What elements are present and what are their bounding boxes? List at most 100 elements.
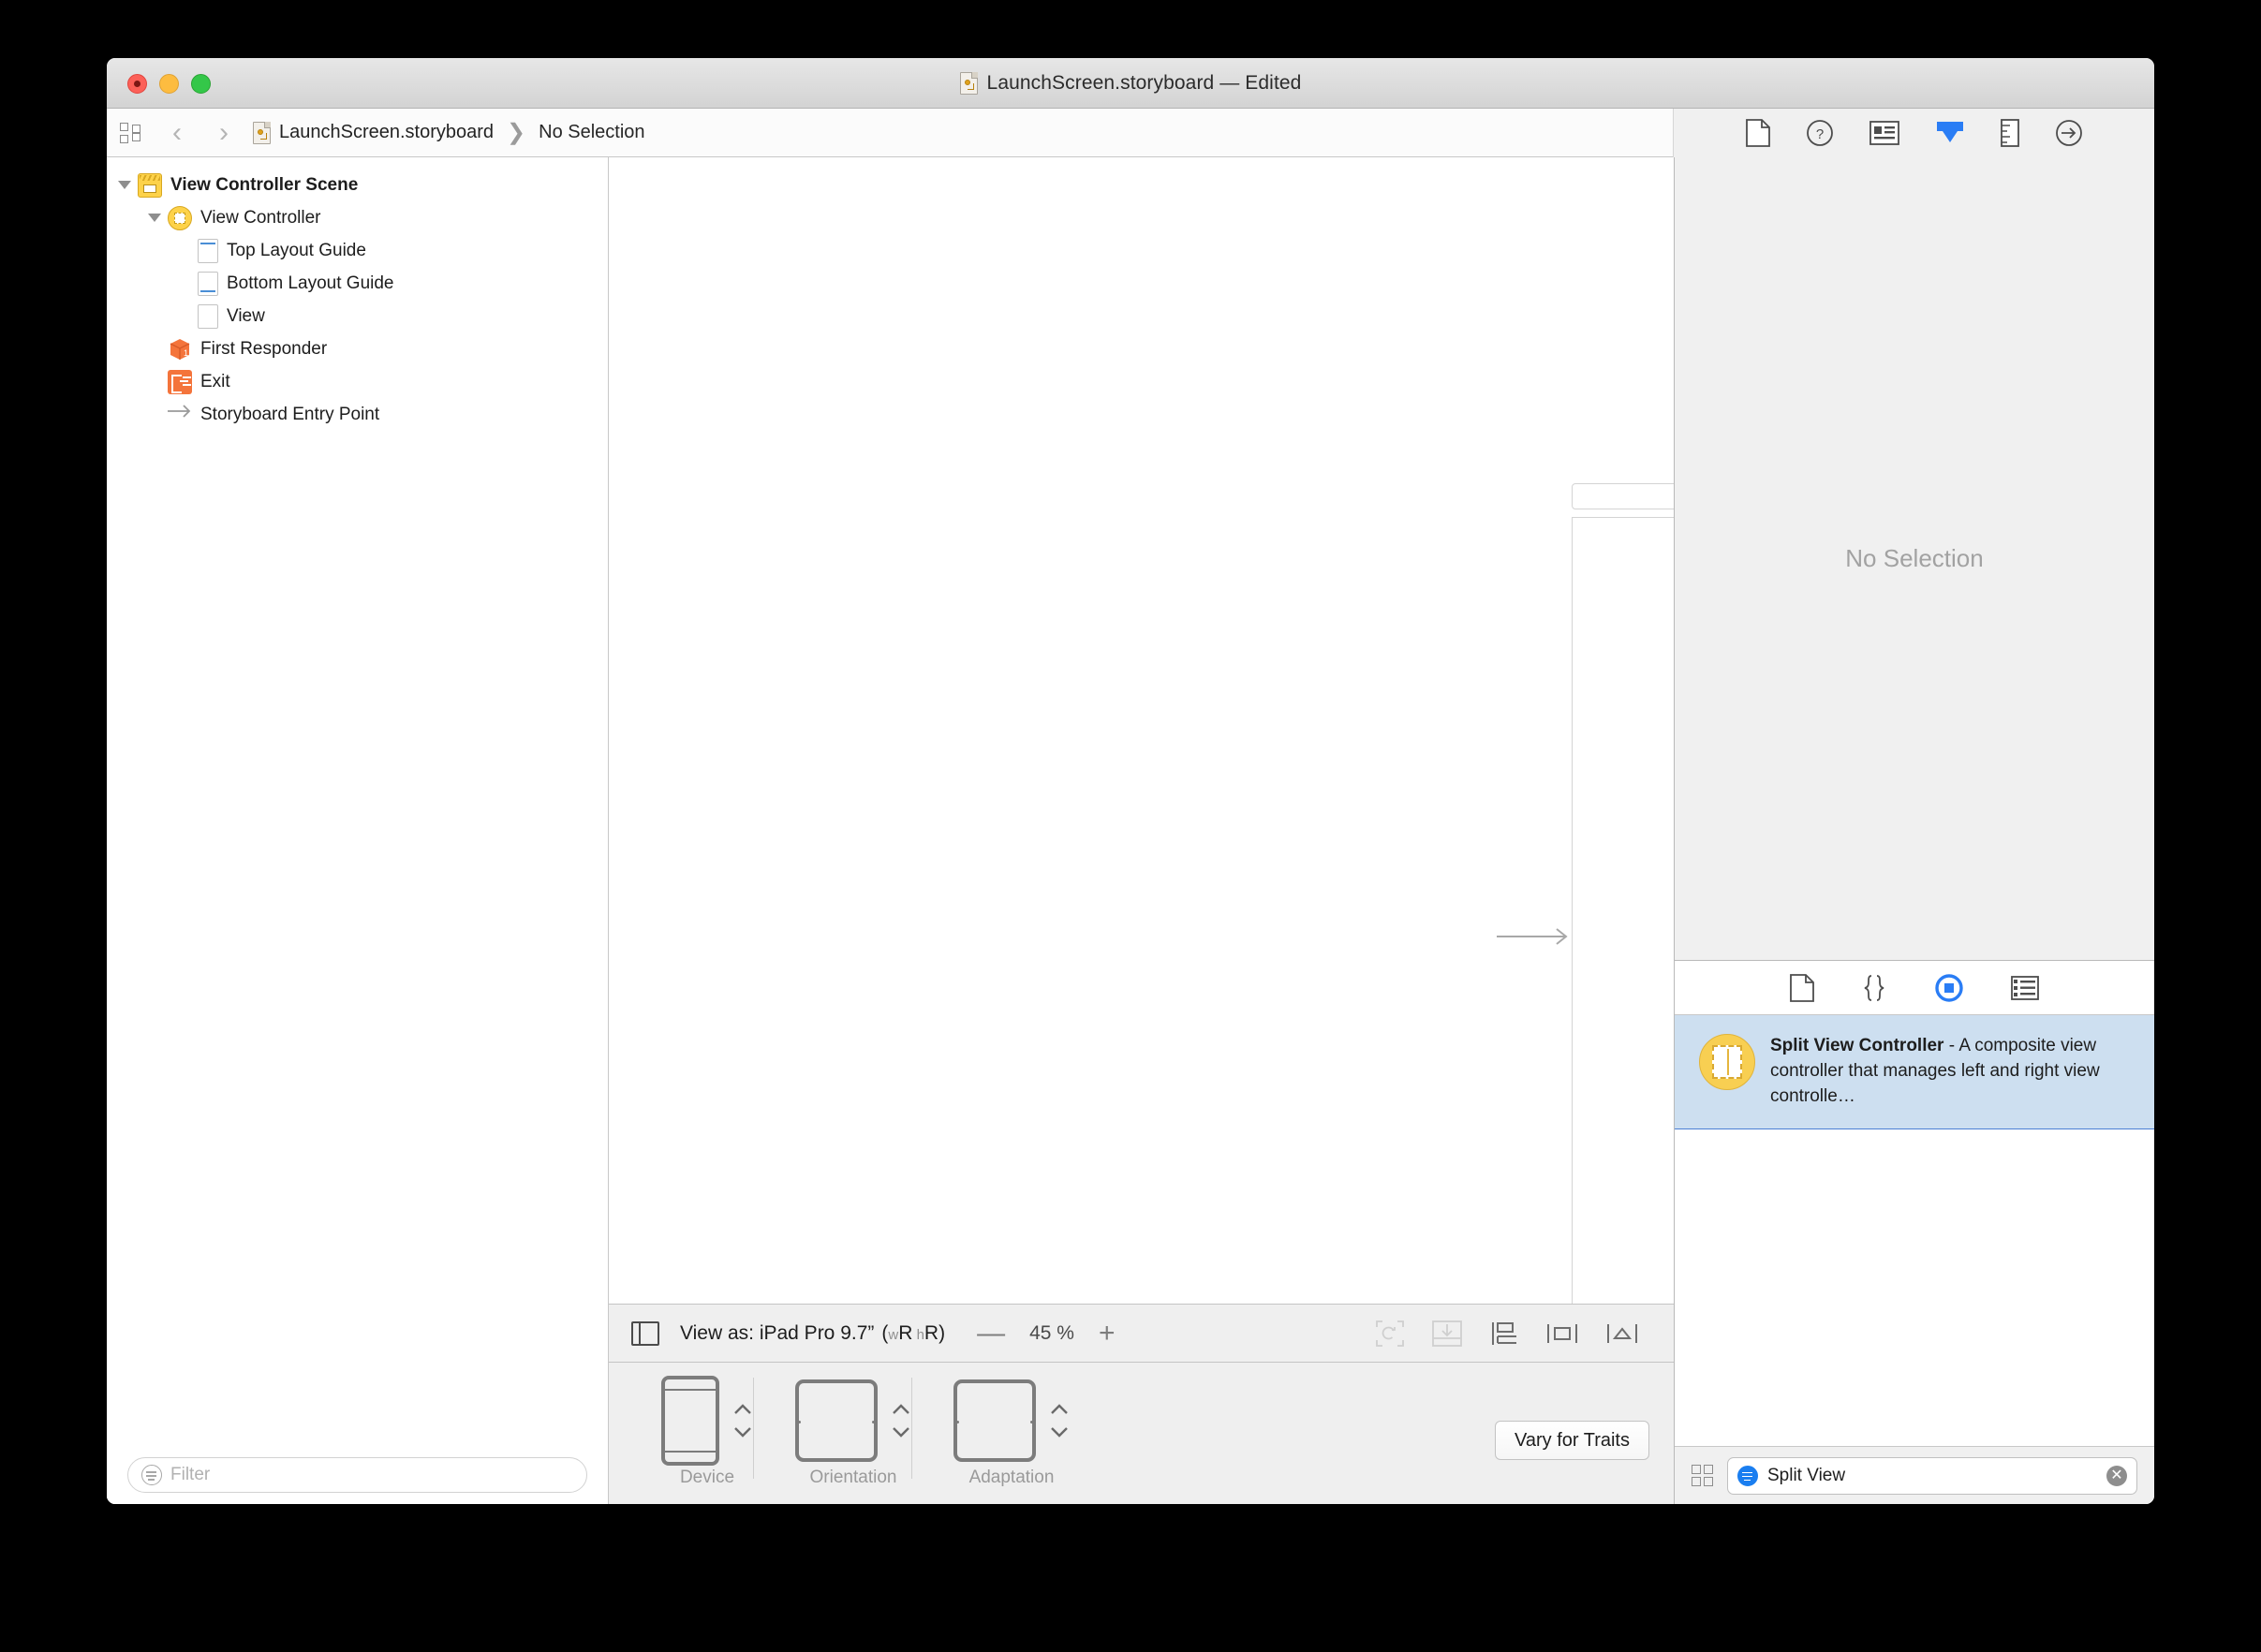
storyboard-document-icon [959,72,978,95]
connections-inspector-icon[interactable] [2055,119,2083,147]
chevron-right-icon: › [219,116,229,148]
outline-item-exit[interactable]: Exit [107,365,608,398]
outline-item-bottom-layout-guide[interactable]: Bottom Layout Guide [107,267,608,300]
device-iphone-icon [661,1376,719,1466]
breadcrumb[interactable]: LaunchScreen.storyboard ❯ No Selection [253,119,645,146]
list-item[interactable]: Split View Controller - A composite view… [1675,1015,2154,1129]
svg-text:1: 1 [184,348,188,358]
storyboard-document-icon [253,121,271,144]
canvas-view-as-bar: View as: iPad Pro 9.7” (wR hR) — 45 % + [609,1304,1674,1362]
split-view-controller-icon [1699,1034,1755,1090]
paren-close: ) [938,1321,946,1344]
library-search-input[interactable]: Split View ✕ [1727,1456,2137,1495]
zoom-out-button[interactable]: — [977,1319,1005,1348]
library-selector-bar [1675,961,2154,1015]
bottom-layout-guide-icon [198,271,218,296]
outline-item-label: View [227,305,265,326]
clear-search-icon[interactable]: ✕ [2106,1465,2127,1486]
outline-item-label: First Responder [200,338,328,359]
adaptation-caption: Adaptation [968,1468,1055,1487]
object-library-icon[interactable] [1934,973,1964,1003]
media-library-icon[interactable] [2011,975,2039,1000]
resolve-auto-layout-issues-icon[interactable] [1606,1320,1638,1347]
vary-for-traits-button[interactable]: Vary for Traits [1495,1421,1649,1460]
identity-inspector-icon[interactable] [1869,120,1899,145]
inspector-selector-bar: ? [1674,108,2154,157]
code-snippet-library-icon[interactable] [1861,974,1887,1002]
object-library-list[interactable]: Split View Controller - A composite view… [1675,1015,2154,1446]
update-frames-icon[interactable] [1376,1320,1404,1347]
size-inspector-icon[interactable] [2000,118,2019,147]
window-title-bar: LaunchScreen.storyboard — Edited [107,58,2154,109]
interface-builder-editor: View as: iPad Pro 9.7” (wR hR) — 45 % + [609,157,1674,1504]
embed-in-icon[interactable] [1432,1320,1462,1347]
align-icon[interactable] [1490,1320,1518,1347]
filter-placeholder: Filter [170,1465,211,1484]
filter-icon [1737,1465,1758,1486]
device-caption: Device [679,1468,735,1487]
window-title: LaunchScreen.storyboard — Edited [107,58,2154,109]
library-grid-view-icon[interactable] [1692,1464,1714,1487]
quick-help-inspector-icon[interactable]: ? [1806,119,1834,147]
related-items-button[interactable] [107,109,154,157]
view-controller-canvas-frame[interactable] [1572,517,1674,1304]
attributes-inspector-pane: No Selection [1675,157,2154,961]
show-document-outline-icon[interactable] [631,1320,659,1346]
orientation-stepper[interactable] [891,1403,911,1438]
breadcrumb-selection[interactable]: No Selection [539,122,644,143]
adaptation-group[interactable]: Adaptation [912,1363,1070,1488]
trait-h-subscript: h [916,1326,924,1343]
trait-variation: (wR hR) [881,1322,945,1345]
scene-icon [138,172,162,198]
outline-item-label: View Controller Scene [170,174,359,195]
navigator-filter-bar: Filter [107,1446,608,1504]
utility-area: No Selection Split View Controller - A c… [1674,157,2154,1504]
view-controller-icon [168,205,192,230]
outline-item-first-responder[interactable]: 1 First Responder [107,332,608,365]
outline-item-view-controller-scene[interactable]: View Controller Scene [107,169,608,201]
file-inspector-icon[interactable] [1745,118,1770,147]
filter-icon [141,1465,162,1485]
orientation-icon [795,1379,878,1462]
preview-device-bar: Device Orientation Adaptation Vary for T… [609,1362,1674,1504]
filter-input[interactable]: Filter [127,1457,587,1493]
device-group[interactable]: Device [609,1363,753,1488]
orientation-caption: Orientation [809,1468,897,1487]
main-content-area: View Controller Scene View Controller To… [107,157,2154,1504]
outline-item-view-controller[interactable]: View Controller [107,201,608,234]
disclosure-triangle-icon[interactable] [116,177,133,194]
xcode-window: LaunchScreen.storyboard — Edited ‹ › Lau… [107,58,2154,1504]
view-icon [198,303,218,329]
first-responder-icon: 1 [168,337,192,361]
adaptation-stepper[interactable] [1049,1403,1070,1438]
disclosure-triangle-icon[interactable] [146,210,163,227]
scene-dock [1572,483,1674,509]
window-title-text: LaunchScreen.storyboard — Edited [986,72,1302,94]
view-as-label[interactable]: View as: iPad Pro 9.7” [680,1322,874,1345]
orientation-group[interactable]: Orientation [754,1363,911,1488]
outline-item-storyboard-entry-point[interactable]: Storyboard Entry Point [107,398,608,431]
document-outline-navigator: View Controller Scene View Controller To… [107,157,609,1504]
outline-item-view[interactable]: View [107,300,608,332]
attributes-inspector-icon[interactable] [1935,119,1965,147]
add-new-constraints-icon[interactable] [1546,1320,1578,1347]
adaptation-icon [953,1379,1036,1462]
file-template-library-icon[interactable] [1790,973,1814,1002]
outline-item-label: View Controller [200,207,321,228]
storyboard-canvas[interactable] [609,157,1674,1304]
top-layout-guide-icon [198,238,218,263]
trait-h-value: R [924,1321,939,1344]
outline-item-label: Top Layout Guide [227,240,366,260]
library-item-title: Split View Controller [1770,1036,1944,1055]
forward-button[interactable]: › [200,109,247,157]
breadcrumb-file[interactable]: LaunchScreen.storyboard [279,122,494,143]
outline-item-top-layout-guide[interactable]: Top Layout Guide [107,234,608,267]
related-items-icon [120,122,140,143]
trait-w-value: R [898,1321,913,1344]
zoom-in-button[interactable]: + [1099,1319,1116,1348]
device-stepper[interactable] [732,1403,753,1438]
zoom-level-value: 45 % [1029,1321,1074,1344]
trait-w-subscript: w [888,1326,899,1343]
back-button[interactable]: ‹ [154,109,200,157]
svg-text:?: ? [1815,126,1823,142]
